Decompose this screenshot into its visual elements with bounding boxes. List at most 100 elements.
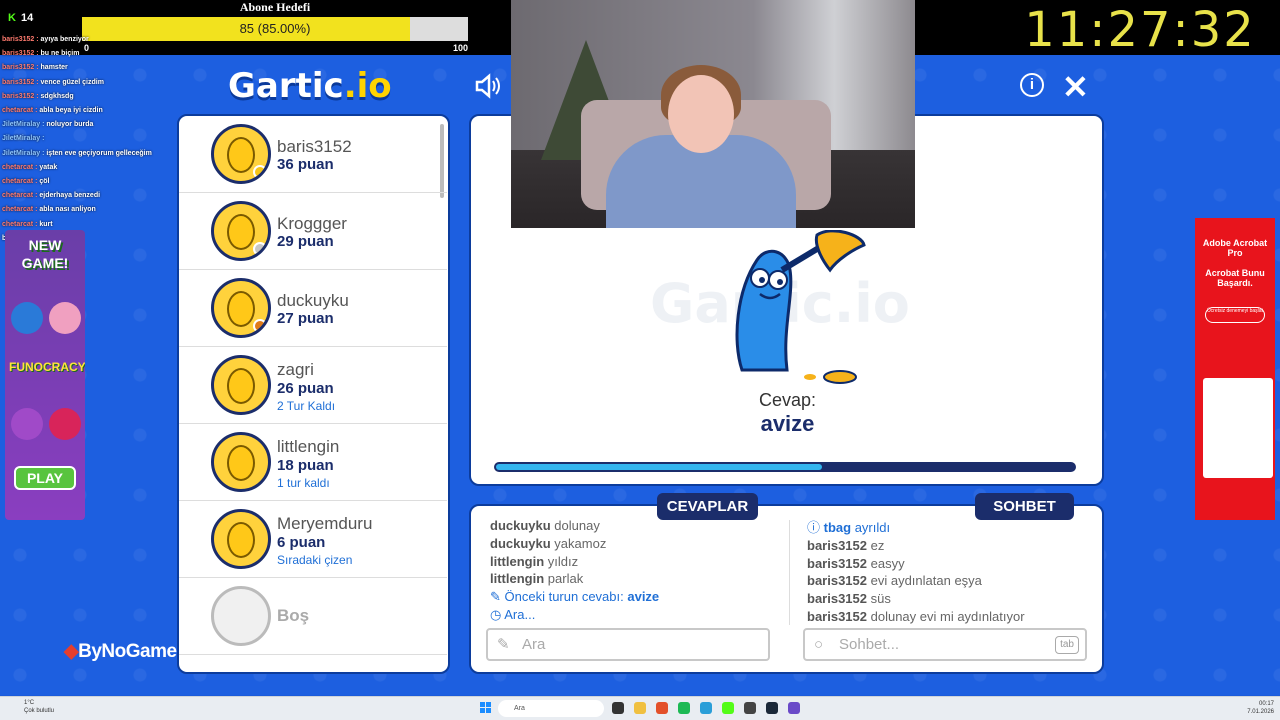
stream-chat-text: kurt xyxy=(39,220,53,228)
taskbar-time: 00:17 xyxy=(1258,701,1274,707)
browser-icon[interactable] xyxy=(656,702,668,714)
player-avatar xyxy=(211,124,271,184)
tab-chat[interactable]: SOHBET xyxy=(975,493,1074,520)
player-status: 1 tur kaldı xyxy=(277,476,330,490)
app-icon[interactable] xyxy=(700,702,712,714)
panel-divider xyxy=(789,520,790,625)
stream-chat-line: JiletMiralay : noluyor burda xyxy=(2,118,182,132)
tab-answers[interactable]: CEVAPLAR xyxy=(657,493,758,520)
stream-chat-line: baris3152 : vence güzel çizdim xyxy=(2,76,182,90)
player-row[interactable]: zagri 26 puan 2 Tur Kaldı xyxy=(179,347,447,424)
kick-app-icon[interactable] xyxy=(722,702,734,714)
player-avatar xyxy=(211,509,271,569)
weather-text: Çok bulutlu xyxy=(24,708,55,714)
answers-log: duckuyku dolunay duckuyku yakamoz littleng… xyxy=(490,517,770,624)
spotify-icon[interactable] xyxy=(678,702,690,714)
chat-log: ⓘ tbag ayrıldı baris3152 ez baris3152 easy… xyxy=(807,519,1087,626)
gartic-mascot xyxy=(735,230,866,384)
ad-pig-icon xyxy=(49,408,81,440)
kick-icon: K xyxy=(8,12,16,24)
player-status: Sıradaki çizen xyxy=(277,553,353,567)
chat-text: evi aydınlatan eşya xyxy=(870,573,982,589)
taskbar-clock[interactable]: 00:17 7.01.2026 xyxy=(1240,700,1274,716)
stream-chat-text: noluyor burda xyxy=(46,121,94,129)
stream-chat-text: bu ne biçim xyxy=(40,50,80,58)
player-row[interactable]: littlengin 18 puan 1 tur kaldı xyxy=(179,424,447,501)
chat-text: ayrıldı xyxy=(854,520,891,535)
search-more-text: Ara... xyxy=(504,606,536,622)
taskbar-search-text: Ara xyxy=(514,705,525,712)
stream-chat-line: chetarcat : abla nası anliyon xyxy=(2,203,182,217)
chat-text: ez xyxy=(870,537,885,553)
stream-chat-text: sdgkhsdg xyxy=(40,92,74,100)
player-name: Kroggger xyxy=(277,214,347,233)
stream-chat-user: chetarcat : xyxy=(2,178,40,186)
stream-chat-user: baris3152 : xyxy=(2,78,41,86)
avatar-face xyxy=(227,214,255,250)
answer-user: littlengin xyxy=(490,553,548,569)
obs-icon[interactable] xyxy=(744,702,756,714)
stream-chat-line: JiletMiralay : işten eve geçiyorum gelle… xyxy=(2,147,182,161)
stream-chat-text: yatak xyxy=(39,163,58,171)
ad-adobe-cta[interactable]: Ücretsiz denemeyi başlat xyxy=(1205,307,1265,323)
streamer xyxy=(606,55,796,228)
player-name: zagri xyxy=(277,360,314,379)
clock-icon: ◷ xyxy=(490,606,505,622)
left-ad-banner[interactable]: NEW GAME! FUNOCRACY PLAY xyxy=(5,230,85,520)
stream-chat-user: chetarcat : xyxy=(2,107,40,115)
chat-line: baris3152 süs xyxy=(807,590,1087,608)
windows-start-icon[interactable] xyxy=(480,702,491,713)
ad-play-button[interactable]: PLAY xyxy=(14,466,76,490)
round-progress-bar xyxy=(494,462,1076,472)
stream-chat-user: JiletMiralay : xyxy=(2,121,47,129)
answer-word: avize xyxy=(760,411,815,436)
avatar-face xyxy=(227,137,255,173)
info-icon[interactable]: i xyxy=(1020,73,1044,97)
discord-icon[interactable] xyxy=(788,702,800,714)
avatar-face xyxy=(227,522,255,558)
chat-text: easyy xyxy=(870,555,905,571)
stream-chat-line: chetarcat : çöl xyxy=(2,175,182,189)
player-medal-icon xyxy=(253,165,267,179)
player-row[interactable]: duckuyku 27 puan xyxy=(179,270,447,347)
stream-clock: 11:27:32 xyxy=(1024,2,1256,58)
round-progress-fill xyxy=(496,464,822,470)
answers-chat-panel: duckuyku dolunay duckuyku yakamoz littleng… xyxy=(469,504,1104,674)
close-icon[interactable]: ✕ xyxy=(1062,68,1089,106)
stream-chat-user: chetarcat : xyxy=(2,192,40,200)
player-row[interactable]: Boş xyxy=(179,578,447,655)
chat-user: baris3152 xyxy=(807,573,871,589)
player-row[interactable]: Meryemduru 6 puan Sıradaki çizen xyxy=(179,501,447,578)
sound-icon[interactable] xyxy=(474,72,502,100)
stream-chat-user: baris3152 : xyxy=(2,36,41,43)
chat-line: baris3152 easyy xyxy=(807,555,1087,573)
previous-answer: ✎ Önceki turun cevabı: avize xyxy=(490,588,770,606)
player-row[interactable]: baris3152 36 puan xyxy=(179,116,447,193)
ad-monster-icon xyxy=(11,408,43,440)
taskbar-search[interactable]: Ara xyxy=(498,700,604,717)
chat-user: baris3152 xyxy=(807,608,871,624)
player-row[interactable]: Kroggger 29 puan xyxy=(179,193,447,270)
search-more-link[interactable]: ◷ Ara... xyxy=(490,606,770,624)
player-points: 27 puan xyxy=(277,310,334,327)
stream-chat-user: baris3152 : xyxy=(2,92,41,100)
player-points: 36 puan xyxy=(277,156,334,173)
avatar-face xyxy=(227,445,255,481)
answer-text: yakamoz xyxy=(554,535,607,551)
subscriber-goal-title: Abone Hedefi xyxy=(239,0,311,14)
player-avatar xyxy=(211,586,271,646)
taskbar-weather[interactable]: 1°C Çok bulutlu xyxy=(24,699,54,715)
player-status: 2 Tur Kaldı xyxy=(277,399,336,413)
right-ad-banner[interactable]: Adobe Acrobat Pro Acrobat Bunu Başardı. … xyxy=(1195,218,1275,520)
avatar-face xyxy=(227,368,255,404)
answer-label: Cevap: xyxy=(758,390,817,410)
chat-line: baris3152 evi aydınlatan eşya xyxy=(807,572,1087,590)
steam-icon[interactable] xyxy=(766,702,778,714)
pencil-icon: ✎ xyxy=(490,589,505,605)
avatar-face xyxy=(227,291,255,327)
answer-user: duckuyku xyxy=(490,535,555,551)
task-view-icon[interactable] xyxy=(612,702,624,714)
chat-input[interactable]: ○ Sohbet... tab xyxy=(803,628,1087,661)
answer-input[interactable]: ✎ Ara xyxy=(486,628,770,661)
file-explorer-icon[interactable] xyxy=(634,702,646,714)
